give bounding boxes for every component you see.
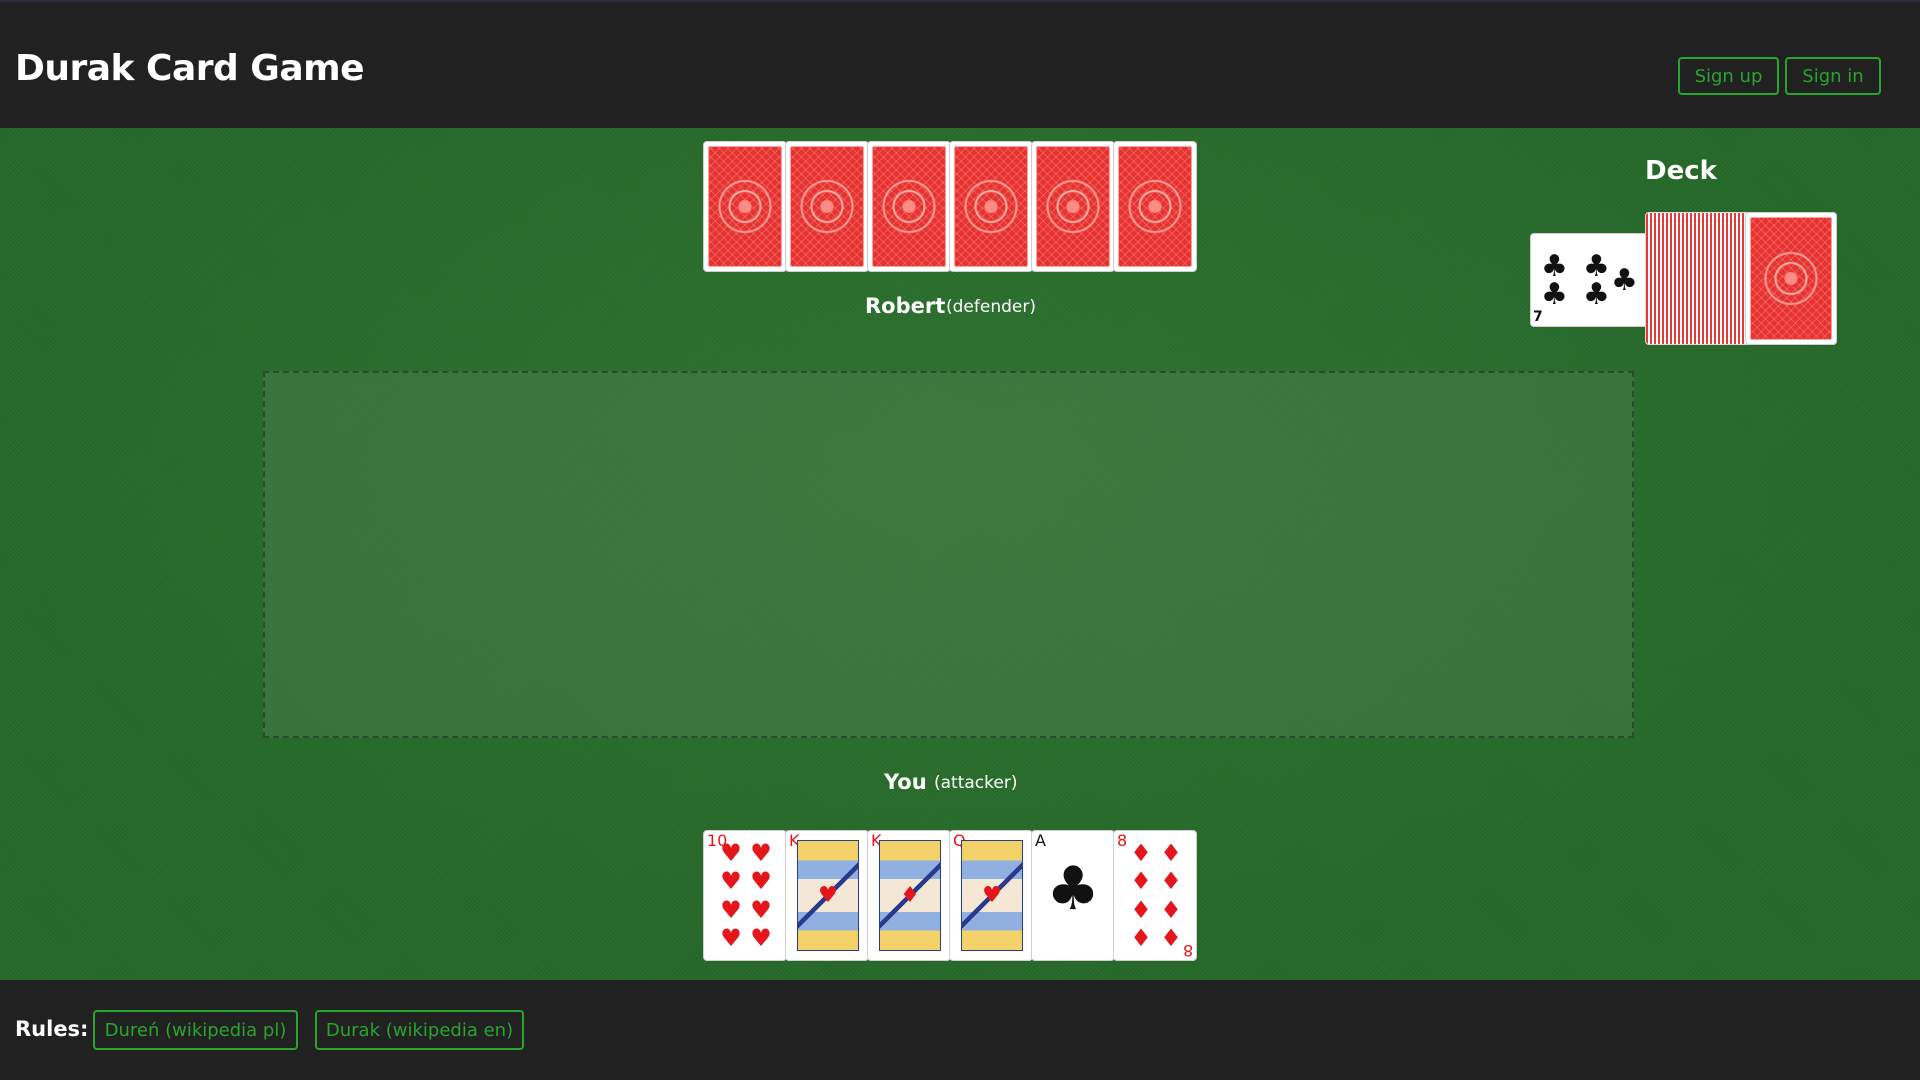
heart-icon: ♥ xyxy=(720,923,742,952)
opponent-card-back xyxy=(949,141,1033,272)
diamond-icon: ♦ xyxy=(900,883,920,908)
sign-up-button[interactable]: Sign up xyxy=(1678,57,1779,95)
deck-title: Deck xyxy=(1645,156,1717,186)
diamond-icon: ♦ xyxy=(1160,867,1182,896)
card-back-pattern xyxy=(708,146,782,267)
opponent-card-back xyxy=(785,141,869,272)
heart-icon: ♥ xyxy=(750,895,772,924)
player-role: (attacker) xyxy=(934,773,1018,793)
heart-icon: ♥ xyxy=(750,839,772,867)
diamond-icon: ♦ xyxy=(1130,867,1152,896)
heart-icon: ♥ xyxy=(982,883,1002,908)
diamond-icon: ♦ xyxy=(1130,895,1152,924)
play-area-drop-zone[interactable] xyxy=(263,371,1634,738)
heart-icon: ♥ xyxy=(720,867,742,896)
card-pips: ♥ ♥ ♥ ♥ ♥ ♥ ♥ ♥ xyxy=(716,841,776,950)
app-header: Durak Card Game Sign up Sign in xyxy=(0,0,1920,128)
club-icon: ♣ xyxy=(1611,263,1638,298)
hand-card[interactable]: Q ♥ xyxy=(949,830,1033,961)
trump-card: ♣ ♣ ♣ ♣ ♣ 7 xyxy=(1530,233,1650,327)
hand-card[interactable]: 10 ♥ ♥ ♥ ♥ ♥ ♥ ♥ ♥ xyxy=(703,830,787,961)
diamond-icon: ♦ xyxy=(1160,895,1182,924)
rules-link-en[interactable]: Durak (wikipedia en) xyxy=(315,1010,524,1050)
hand-card[interactable]: K ♥ xyxy=(785,830,869,961)
card-back-pattern xyxy=(1118,146,1192,267)
club-icon: ♣ xyxy=(1583,277,1610,312)
hand-card[interactable]: A ♣ xyxy=(1031,830,1115,961)
player-name: You xyxy=(884,770,927,794)
card-back-pattern xyxy=(872,146,946,267)
app-title: Durak Card Game xyxy=(15,48,365,89)
diamond-icon: ♦ xyxy=(1160,923,1182,952)
sign-in-button[interactable]: Sign in xyxy=(1785,57,1881,95)
heart-icon: ♥ xyxy=(750,923,772,952)
diamond-icon: ♦ xyxy=(1130,839,1152,867)
opponent-card-back xyxy=(867,141,951,272)
opponent-name: Robert xyxy=(865,294,946,318)
opponent-card-back xyxy=(1113,141,1197,272)
diamond-icon: ♦ xyxy=(1130,923,1152,952)
heart-icon: ♥ xyxy=(720,895,742,924)
diamond-icon: ♦ xyxy=(1160,839,1182,867)
heart-icon: ♥ xyxy=(720,839,742,867)
deck-top-card[interactable] xyxy=(1745,212,1837,345)
heart-icon: ♥ xyxy=(818,883,838,908)
king-heart-art: ♥ xyxy=(797,840,859,951)
queen-heart-art: ♥ xyxy=(961,840,1023,951)
heart-icon: ♥ xyxy=(750,867,772,896)
rules-label: Rules: xyxy=(15,1017,89,1041)
club-icon: ♣ xyxy=(1541,277,1568,312)
card-back-pattern xyxy=(1036,146,1110,267)
king-diamond-art: ♦ xyxy=(879,840,941,951)
card-back-pattern xyxy=(790,146,864,267)
club-icon: ♣ xyxy=(1046,854,1100,924)
trump-rank: 7 xyxy=(1533,309,1543,325)
card-back-pattern xyxy=(1750,217,1832,340)
card-rank-bottom: 8 xyxy=(1182,941,1193,960)
opponent-card-back xyxy=(1031,141,1115,272)
hand-card[interactable]: 8 ♦ ♦ ♦ ♦ ♦ ♦ ♦ ♦ 8 xyxy=(1113,830,1197,961)
card-back-pattern xyxy=(954,146,1028,267)
card-pips: ♦ ♦ ♦ ♦ ♦ ♦ ♦ ♦ xyxy=(1126,841,1186,950)
rules-link-pl[interactable]: Dureń (wikipedia pl) xyxy=(93,1010,298,1050)
hand-card[interactable]: K ♦ xyxy=(867,830,951,961)
card-rank: A xyxy=(1035,831,1046,850)
opponent-card-back xyxy=(703,141,787,272)
opponent-role: (defender) xyxy=(946,297,1036,317)
